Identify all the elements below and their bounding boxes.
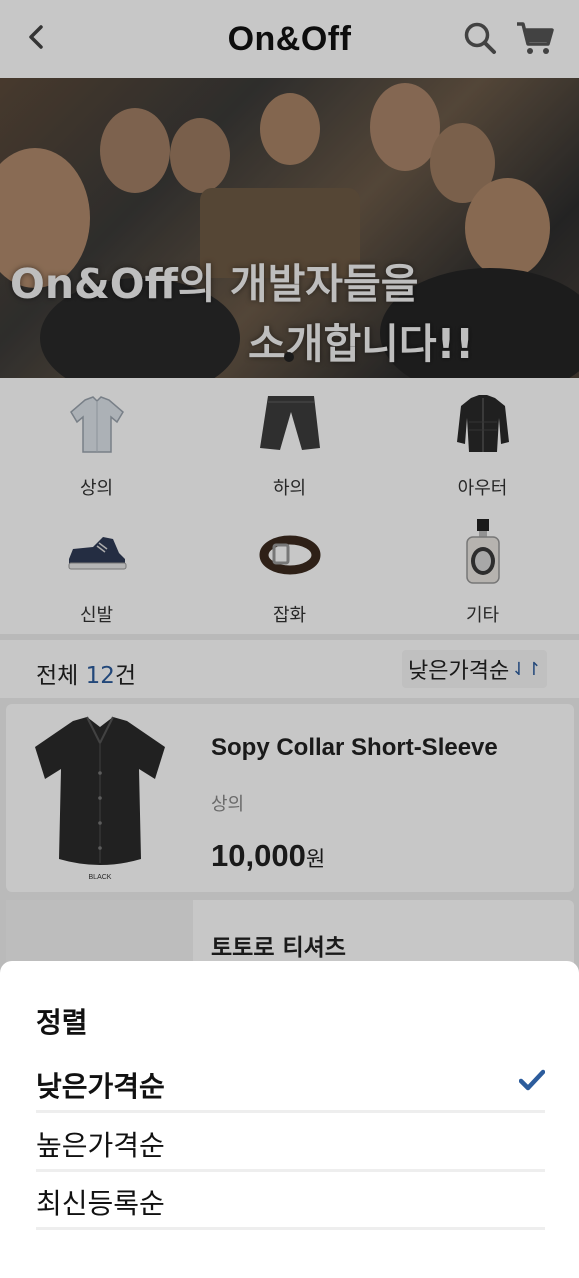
sort-option-low-price[interactable]: 낮은가격순	[36, 1055, 545, 1113]
sheet-title: 정렬	[36, 1006, 88, 1039]
page: On&Off On&Off의 개발자들을 소개합니다!! 상의 하의 아우터 신…	[0, 0, 579, 1278]
sort-option-label: 낮은가격순	[36, 1070, 165, 1103]
sort-option-label: 최신등록순	[36, 1187, 165, 1220]
sort-option-label: 높은가격순	[36, 1129, 165, 1162]
sort-option-high-price[interactable]: 높은가격순	[36, 1114, 545, 1172]
check-icon	[519, 1069, 545, 1091]
sort-bottom-sheet: 정렬 낮은가격순 높은가격순 최신등록순	[0, 961, 579, 1278]
sort-option-newest[interactable]: 최신등록순	[36, 1172, 545, 1230]
